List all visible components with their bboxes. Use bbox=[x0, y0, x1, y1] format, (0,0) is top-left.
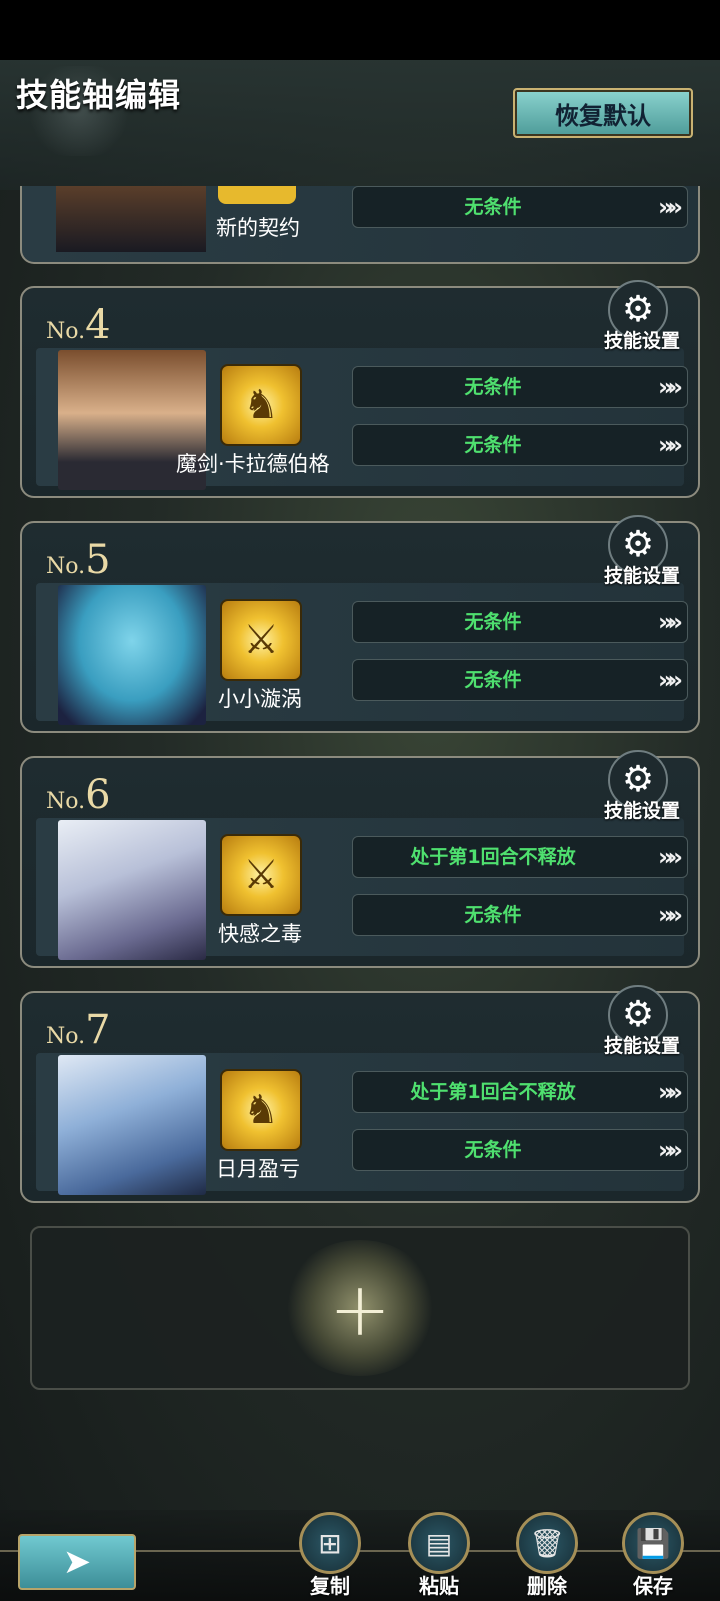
skill-name: 魔剑·卡拉德伯格 bbox=[176, 452, 330, 476]
condition-row-1[interactable]: 处于第1回合不释放 »» bbox=[352, 1071, 688, 1113]
card-number: No.5 bbox=[46, 537, 111, 583]
skill-settings-label[interactable]: 技能设置 bbox=[604, 326, 680, 353]
condition-text: 处于第1回合不释放 bbox=[410, 1081, 576, 1103]
back-arrow-icon: ➤ bbox=[62, 1542, 92, 1582]
condition-row-2[interactable]: 无条件 »» bbox=[352, 894, 688, 936]
crossed-swords-icon[interactable]: ⚔ bbox=[220, 599, 302, 681]
status-bar bbox=[0, 0, 720, 60]
skill-settings-label[interactable]: 技能设置 bbox=[604, 796, 680, 823]
condition-text: 无条件 bbox=[464, 904, 522, 926]
condition-row-2[interactable]: 无条件 »» bbox=[352, 659, 688, 701]
back-button[interactable]: ➤ bbox=[18, 1534, 136, 1590]
paste-button[interactable]: ▤ 粘贴 bbox=[404, 1512, 474, 1599]
copy-button[interactable]: ⊞ 复制 bbox=[295, 1512, 365, 1599]
paste-label: 粘贴 bbox=[419, 1574, 459, 1598]
arrow-right-icon: »» bbox=[657, 1078, 683, 1106]
skill-name: 日月盈亏 bbox=[216, 1157, 300, 1181]
condition-row-1[interactable]: 无条件 »» bbox=[352, 366, 688, 408]
page-title: 技能轴编辑 bbox=[16, 76, 182, 114]
arrow-right-icon: »» bbox=[657, 843, 683, 871]
card-number: No.4 bbox=[46, 302, 111, 348]
skill-card-6: No.6 ⚙ 技能设置 ⚔ 快感之毒 处于第1回合不释放 »» 无条件 »» bbox=[20, 750, 700, 968]
character-portrait bbox=[58, 1055, 206, 1195]
condition-text: 无条件 bbox=[464, 434, 522, 456]
trash-icon: 🗑 bbox=[516, 1512, 578, 1574]
character-portrait bbox=[56, 186, 206, 252]
card-number: No.6 bbox=[46, 772, 111, 818]
save-button[interactable]: 💾 保存 bbox=[618, 1512, 688, 1599]
paste-icon: ▤ bbox=[408, 1512, 470, 1574]
condition-text: 无条件 bbox=[464, 196, 522, 218]
skill-name: 快感之毒 bbox=[218, 922, 302, 946]
skill-card-7: No.7 ⚙ 技能设置 ♞ 日月盈亏 处于第1回合不释放 »» 无条件 »» bbox=[20, 985, 700, 1203]
copy-label: 复制 bbox=[310, 1574, 350, 1598]
condition-row-2[interactable]: 无条件 »» bbox=[352, 1129, 688, 1171]
condition-text: 无条件 bbox=[464, 611, 522, 633]
skill-card-partial: 新的契约 无条件 »» bbox=[20, 186, 700, 264]
plus-icon[interactable]: + bbox=[322, 1272, 398, 1348]
arrow-right-icon: »» bbox=[657, 1136, 683, 1164]
arrow-right-icon: »» bbox=[657, 901, 683, 929]
condition-row-1[interactable]: 处于第1回合不释放 »» bbox=[352, 836, 688, 878]
character-portrait bbox=[58, 585, 206, 725]
condition-row[interactable]: 无条件 »» bbox=[352, 186, 688, 228]
save-label: 保存 bbox=[633, 1574, 673, 1598]
condition-row-1[interactable]: 无条件 »» bbox=[352, 601, 688, 643]
golden-knight-icon[interactable]: ♞ bbox=[220, 364, 302, 446]
delete-button[interactable]: 🗑 删除 bbox=[512, 1512, 582, 1599]
copy-icon: ⊞ bbox=[299, 1512, 361, 1574]
arrow-right-icon: »» bbox=[657, 373, 683, 401]
condition-row-2[interactable]: 无条件 »» bbox=[352, 424, 688, 466]
skill-name: 小小漩涡 bbox=[218, 687, 302, 711]
character-portrait bbox=[58, 820, 206, 960]
condition-text: 无条件 bbox=[464, 376, 522, 398]
skill-name: 新的契约 bbox=[216, 216, 300, 240]
floppy-save-icon: 💾 bbox=[622, 1512, 684, 1574]
restore-default-button[interactable]: 恢复默认 bbox=[513, 88, 693, 138]
skill-card-4: No.4 ⚙ 技能设置 ♞ 魔剑·卡拉德伯格 无条件 »» 无条件 »» bbox=[20, 280, 700, 498]
condition-text: 处于第1回合不释放 bbox=[410, 846, 576, 868]
condition-text: 无条件 bbox=[464, 669, 522, 691]
arrow-right-icon: »» bbox=[657, 666, 683, 694]
skill-icon bbox=[218, 186, 296, 204]
skill-card-5: No.5 ⚙ 技能设置 ⚔ 小小漩涡 无条件 »» 无条件 »» bbox=[20, 515, 700, 733]
skill-settings-label[interactable]: 技能设置 bbox=[604, 561, 680, 588]
golden-knight-icon[interactable]: ♞ bbox=[220, 1069, 302, 1151]
arrow-right-icon: »» bbox=[657, 193, 683, 221]
card-number: No.7 bbox=[46, 1007, 111, 1053]
skill-settings-label[interactable]: 技能设置 bbox=[604, 1031, 680, 1058]
arrow-right-icon: »» bbox=[657, 608, 683, 636]
crossed-swords-icon[interactable]: ⚔ bbox=[220, 834, 302, 916]
arrow-right-icon: »» bbox=[657, 431, 683, 459]
delete-label: 删除 bbox=[527, 1574, 567, 1598]
condition-text: 无条件 bbox=[464, 1139, 522, 1161]
